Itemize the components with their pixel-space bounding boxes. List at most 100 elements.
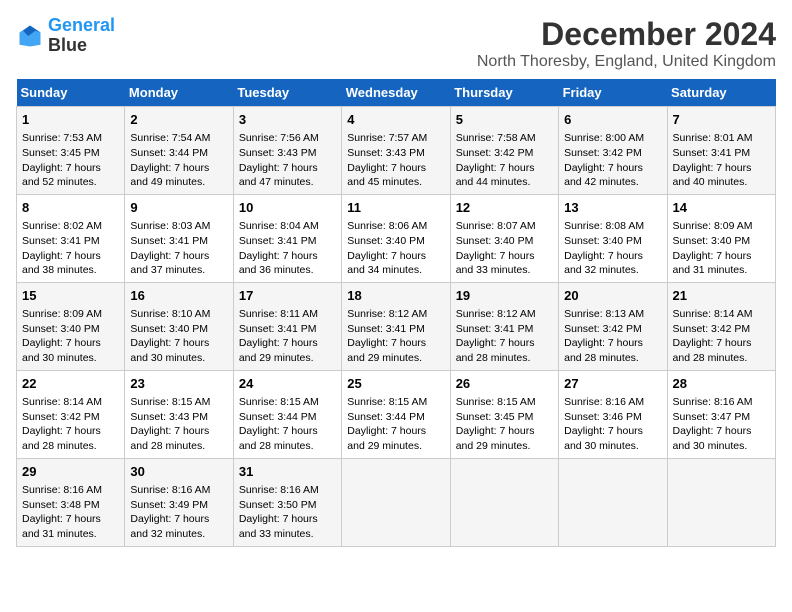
- sunset: Sunset: 3:41 PM: [456, 323, 534, 335]
- sunrise: Sunrise: 8:13 AM: [564, 308, 644, 320]
- week-row-2: 8Sunrise: 8:02 AMSunset: 3:41 PMDaylight…: [17, 194, 776, 282]
- sunset: Sunset: 3:40 PM: [456, 235, 534, 247]
- day-number: 9: [130, 199, 227, 217]
- daylight: Daylight: 7 hours and 28 minutes.: [564, 337, 643, 364]
- sunset: Sunset: 3:45 PM: [456, 411, 534, 423]
- sunrise: Sunrise: 8:14 AM: [22, 396, 102, 408]
- calendar-cell: [667, 458, 775, 546]
- daylight: Daylight: 7 hours and 28 minutes.: [456, 337, 535, 364]
- calendar-cell: 26Sunrise: 8:15 AMSunset: 3:45 PMDayligh…: [450, 370, 558, 458]
- calendar-cell: 14Sunrise: 8:09 AMSunset: 3:40 PMDayligh…: [667, 194, 775, 282]
- calendar-cell: 29Sunrise: 8:16 AMSunset: 3:48 PMDayligh…: [17, 458, 125, 546]
- sunrise: Sunrise: 8:06 AM: [347, 220, 427, 232]
- sunset: Sunset: 3:40 PM: [564, 235, 642, 247]
- daylight: Daylight: 7 hours and 31 minutes.: [673, 250, 752, 277]
- sunset: Sunset: 3:47 PM: [673, 411, 751, 423]
- daylight: Daylight: 7 hours and 45 minutes.: [347, 162, 426, 189]
- daylight: Daylight: 7 hours and 49 minutes.: [130, 162, 209, 189]
- day-number: 30: [130, 463, 227, 481]
- daylight: Daylight: 7 hours and 34 minutes.: [347, 250, 426, 277]
- calendar-cell: 21Sunrise: 8:14 AMSunset: 3:42 PMDayligh…: [667, 282, 775, 370]
- sunrise: Sunrise: 8:15 AM: [347, 396, 427, 408]
- sunrise: Sunrise: 8:03 AM: [130, 220, 210, 232]
- calendar-cell: 23Sunrise: 8:15 AMSunset: 3:43 PMDayligh…: [125, 370, 233, 458]
- sunrise: Sunrise: 7:54 AM: [130, 132, 210, 144]
- day-number: 23: [130, 375, 227, 393]
- day-number: 26: [456, 375, 553, 393]
- sunset: Sunset: 3:42 PM: [564, 147, 642, 159]
- day-header-wednesday: Wednesday: [342, 79, 450, 107]
- daylight: Daylight: 7 hours and 32 minutes.: [130, 513, 209, 540]
- logo: General Blue: [16, 16, 115, 56]
- calendar-cell: [450, 458, 558, 546]
- sunrise: Sunrise: 8:07 AM: [456, 220, 536, 232]
- calendar-cell: 9Sunrise: 8:03 AMSunset: 3:41 PMDaylight…: [125, 194, 233, 282]
- daylight: Daylight: 7 hours and 28 minutes.: [130, 425, 209, 452]
- logo-text: General Blue: [48, 16, 115, 56]
- calendar-cell: 28Sunrise: 8:16 AMSunset: 3:47 PMDayligh…: [667, 370, 775, 458]
- day-number: 29: [22, 463, 119, 481]
- day-number: 10: [239, 199, 336, 217]
- sunrise: Sunrise: 8:01 AM: [673, 132, 753, 144]
- daylight: Daylight: 7 hours and 29 minutes.: [347, 337, 426, 364]
- sunrise: Sunrise: 8:14 AM: [673, 308, 753, 320]
- title-block: December 2024 North Thoresby, England, U…: [477, 16, 776, 71]
- sunrise: Sunrise: 8:04 AM: [239, 220, 319, 232]
- daylight: Daylight: 7 hours and 52 minutes.: [22, 162, 101, 189]
- daylight: Daylight: 7 hours and 47 minutes.: [239, 162, 318, 189]
- day-number: 12: [456, 199, 553, 217]
- calendar-cell: 30Sunrise: 8:16 AMSunset: 3:49 PMDayligh…: [125, 458, 233, 546]
- sunrise: Sunrise: 8:10 AM: [130, 308, 210, 320]
- daylight: Daylight: 7 hours and 30 minutes.: [130, 337, 209, 364]
- day-header-tuesday: Tuesday: [233, 79, 341, 107]
- calendar-cell: 25Sunrise: 8:15 AMSunset: 3:44 PMDayligh…: [342, 370, 450, 458]
- day-number: 7: [673, 111, 770, 129]
- day-number: 4: [347, 111, 444, 129]
- day-number: 18: [347, 287, 444, 305]
- day-number: 11: [347, 199, 444, 217]
- sunrise: Sunrise: 7:57 AM: [347, 132, 427, 144]
- sunset: Sunset: 3:43 PM: [239, 147, 317, 159]
- day-number: 16: [130, 287, 227, 305]
- sunrise: Sunrise: 8:00 AM: [564, 132, 644, 144]
- day-header-thursday: Thursday: [450, 79, 558, 107]
- calendar-table: SundayMondayTuesdayWednesdayThursdayFrid…: [16, 79, 776, 547]
- day-number: 2: [130, 111, 227, 129]
- logo-icon: [16, 22, 44, 50]
- daylight: Daylight: 7 hours and 44 minutes.: [456, 162, 535, 189]
- daylight: Daylight: 7 hours and 31 minutes.: [22, 513, 101, 540]
- sunrise: Sunrise: 8:15 AM: [239, 396, 319, 408]
- day-number: 25: [347, 375, 444, 393]
- sunset: Sunset: 3:41 PM: [22, 235, 100, 247]
- daylight: Daylight: 7 hours and 33 minutes.: [239, 513, 318, 540]
- sunset: Sunset: 3:44 PM: [130, 147, 208, 159]
- daylight: Daylight: 7 hours and 29 minutes.: [239, 337, 318, 364]
- day-number: 31: [239, 463, 336, 481]
- sunset: Sunset: 3:40 PM: [22, 323, 100, 335]
- calendar-cell: [342, 458, 450, 546]
- week-row-1: 1Sunrise: 7:53 AMSunset: 3:45 PMDaylight…: [17, 107, 776, 195]
- sunset: Sunset: 3:42 PM: [456, 147, 534, 159]
- calendar-cell: 27Sunrise: 8:16 AMSunset: 3:46 PMDayligh…: [559, 370, 667, 458]
- day-number: 14: [673, 199, 770, 217]
- days-header-row: SundayMondayTuesdayWednesdayThursdayFrid…: [17, 79, 776, 107]
- sunrise: Sunrise: 8:16 AM: [673, 396, 753, 408]
- calendar-cell: 2 Sunrise: 7:54 AM Sunset: 3:44 PM Daylight…: [125, 107, 233, 195]
- day-number: 22: [22, 375, 119, 393]
- calendar-cell: 20Sunrise: 8:13 AMSunset: 3:42 PMDayligh…: [559, 282, 667, 370]
- main-title: December 2024: [477, 16, 776, 53]
- calendar-cell: 11Sunrise: 8:06 AMSunset: 3:40 PMDayligh…: [342, 194, 450, 282]
- daylight: Daylight: 7 hours and 42 minutes.: [564, 162, 643, 189]
- sunrise: Sunrise: 8:09 AM: [22, 308, 102, 320]
- week-row-5: 29Sunrise: 8:16 AMSunset: 3:48 PMDayligh…: [17, 458, 776, 546]
- sunset: Sunset: 3:44 PM: [347, 411, 425, 423]
- sunset: Sunset: 3:48 PM: [22, 499, 100, 511]
- daylight: Daylight: 7 hours and 36 minutes.: [239, 250, 318, 277]
- daylight: Daylight: 7 hours and 37 minutes.: [130, 250, 209, 277]
- sunrise: Sunrise: 8:12 AM: [456, 308, 536, 320]
- calendar-cell: 31Sunrise: 8:16 AMSunset: 3:50 PMDayligh…: [233, 458, 341, 546]
- day-number: 21: [673, 287, 770, 305]
- sunrise: Sunrise: 7:58 AM: [456, 132, 536, 144]
- sunrise: Sunrise: 8:02 AM: [22, 220, 102, 232]
- header: General Blue December 2024 North Thoresb…: [16, 16, 776, 71]
